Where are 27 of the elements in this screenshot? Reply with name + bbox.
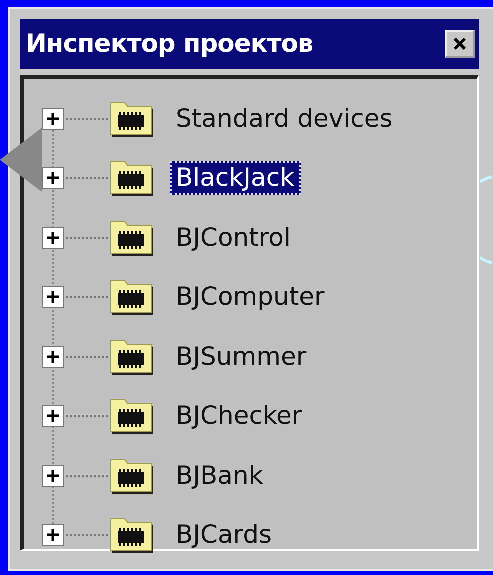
- plus-icon: [46, 290, 60, 304]
- tree-item[interactable]: BJComputer: [170, 280, 331, 314]
- expand-toggle[interactable]: [42, 108, 64, 130]
- tree-item[interactable]: Standard devices: [170, 102, 399, 136]
- expand-toggle[interactable]: [42, 405, 64, 428]
- expand-toggle[interactable]: [42, 226, 64, 249]
- close-button[interactable]: [445, 30, 475, 58]
- expand-toggle[interactable]: [42, 464, 64, 487]
- plus-icon: [46, 409, 60, 424]
- close-icon: [453, 38, 467, 50]
- tree-item[interactable]: BJCards: [170, 518, 278, 552]
- window-title: Инспектор проектов: [26, 28, 314, 60]
- plus-icon: [46, 230, 60, 245]
- expand-toggle[interactable]: [42, 286, 64, 308]
- plus-icon: [46, 468, 60, 483]
- expand-toggle[interactable]: [42, 524, 64, 546]
- plus-icon: [46, 112, 60, 126]
- plus-icon: [46, 350, 60, 364]
- tree-item[interactable]: BJChecker: [170, 399, 308, 434]
- tree-item[interactable]: BJBank: [170, 458, 270, 493]
- expand-toggle[interactable]: [42, 167, 64, 190]
- tree-item[interactable]: BJControl: [170, 220, 297, 255]
- tree-item[interactable]: BlackJack: [170, 161, 301, 196]
- plus-icon: [46, 171, 60, 186]
- expand-toggle[interactable]: [42, 346, 64, 368]
- tree-item[interactable]: BJSummer: [170, 340, 313, 374]
- plus-icon: [46, 528, 60, 542]
